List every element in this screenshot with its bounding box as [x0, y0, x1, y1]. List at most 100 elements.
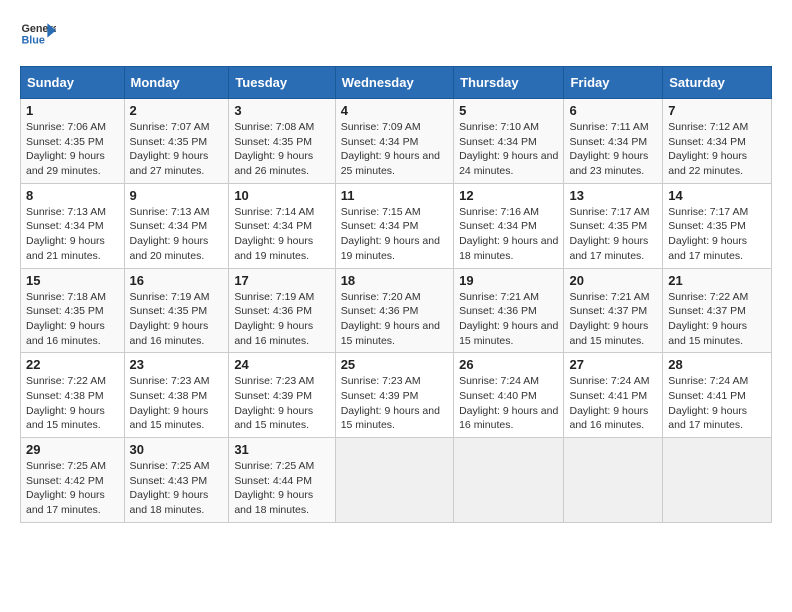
daylight-label: Daylight: 9 hours and 15 minutes. [569, 320, 648, 347]
day-number: 8 [26, 188, 119, 203]
day-number: 23 [130, 357, 224, 372]
calendar-cell: 24 Sunrise: 7:23 AM Sunset: 4:39 PM Dayl… [229, 353, 335, 438]
day-number: 5 [459, 103, 558, 118]
daylight-label: Daylight: 9 hours and 18 minutes. [459, 235, 558, 262]
daylight-label: Daylight: 9 hours and 16 minutes. [459, 405, 558, 432]
daylight-label: Daylight: 9 hours and 15 minutes. [668, 320, 747, 347]
calendar-cell: 15 Sunrise: 7:18 AM Sunset: 4:35 PM Dayl… [21, 268, 125, 353]
daylight-label: Daylight: 9 hours and 15 minutes. [26, 405, 105, 432]
daylight-label: Daylight: 9 hours and 15 minutes. [341, 405, 440, 432]
calendar-cell: 23 Sunrise: 7:23 AM Sunset: 4:38 PM Dayl… [124, 353, 229, 438]
sunset-label: Sunset: 4:35 PM [234, 136, 312, 148]
sunrise-label: Sunrise: 7:21 AM [459, 291, 539, 303]
day-info: Sunrise: 7:08 AM Sunset: 4:35 PM Dayligh… [234, 120, 329, 179]
daylight-label: Daylight: 9 hours and 17 minutes. [668, 235, 747, 262]
daylight-label: Daylight: 9 hours and 25 minutes. [341, 150, 440, 177]
day-info: Sunrise: 7:23 AM Sunset: 4:39 PM Dayligh… [341, 374, 448, 433]
daylight-label: Daylight: 9 hours and 15 minutes. [130, 405, 209, 432]
calendar-cell: 19 Sunrise: 7:21 AM Sunset: 4:36 PM Dayl… [454, 268, 564, 353]
sunrise-label: Sunrise: 7:23 AM [341, 375, 421, 387]
sunset-label: Sunset: 4:34 PM [234, 220, 312, 232]
daylight-label: Daylight: 9 hours and 24 minutes. [459, 150, 558, 177]
calendar-header: SundayMondayTuesdayWednesdayThursdayFrid… [21, 67, 772, 99]
sunset-label: Sunset: 4:35 PM [130, 136, 208, 148]
daylight-label: Daylight: 9 hours and 18 minutes. [234, 489, 313, 516]
day-number: 17 [234, 273, 329, 288]
daylight-label: Daylight: 9 hours and 16 minutes. [130, 320, 209, 347]
day-number: 11 [341, 188, 448, 203]
calendar-table: SundayMondayTuesdayWednesdayThursdayFrid… [20, 66, 772, 523]
calendar-cell: 26 Sunrise: 7:24 AM Sunset: 4:40 PM Dayl… [454, 353, 564, 438]
calendar-cell [564, 438, 663, 523]
calendar-cell: 11 Sunrise: 7:15 AM Sunset: 4:34 PM Dayl… [335, 183, 453, 268]
daylight-label: Daylight: 9 hours and 26 minutes. [234, 150, 313, 177]
sunrise-label: Sunrise: 7:18 AM [26, 291, 106, 303]
day-number: 6 [569, 103, 657, 118]
calendar-cell: 12 Sunrise: 7:16 AM Sunset: 4:34 PM Dayl… [454, 183, 564, 268]
day-info: Sunrise: 7:24 AM Sunset: 4:41 PM Dayligh… [569, 374, 657, 433]
sunset-label: Sunset: 4:34 PM [459, 220, 537, 232]
sunrise-label: Sunrise: 7:09 AM [341, 121, 421, 133]
day-info: Sunrise: 7:10 AM Sunset: 4:34 PM Dayligh… [459, 120, 558, 179]
calendar-cell: 14 Sunrise: 7:17 AM Sunset: 4:35 PM Dayl… [663, 183, 772, 268]
sunrise-label: Sunrise: 7:22 AM [668, 291, 748, 303]
day-info: Sunrise: 7:19 AM Sunset: 4:36 PM Dayligh… [234, 290, 329, 349]
daylight-label: Daylight: 9 hours and 16 minutes. [26, 320, 105, 347]
sunset-label: Sunset: 4:35 PM [569, 220, 647, 232]
calendar-cell: 28 Sunrise: 7:24 AM Sunset: 4:41 PM Dayl… [663, 353, 772, 438]
day-info: Sunrise: 7:25 AM Sunset: 4:42 PM Dayligh… [26, 459, 119, 518]
calendar-cell: 13 Sunrise: 7:17 AM Sunset: 4:35 PM Dayl… [564, 183, 663, 268]
column-header-saturday: Saturday [663, 67, 772, 99]
day-number: 15 [26, 273, 119, 288]
calendar-cell: 4 Sunrise: 7:09 AM Sunset: 4:34 PM Dayli… [335, 99, 453, 184]
sunset-label: Sunset: 4:35 PM [26, 305, 104, 317]
column-header-friday: Friday [564, 67, 663, 99]
day-info: Sunrise: 7:14 AM Sunset: 4:34 PM Dayligh… [234, 205, 329, 264]
calendar-cell: 21 Sunrise: 7:22 AM Sunset: 4:37 PM Dayl… [663, 268, 772, 353]
sunset-label: Sunset: 4:44 PM [234, 475, 312, 487]
calendar-cell: 6 Sunrise: 7:11 AM Sunset: 4:34 PM Dayli… [564, 99, 663, 184]
daylight-label: Daylight: 9 hours and 21 minutes. [26, 235, 105, 262]
calendar-cell: 31 Sunrise: 7:25 AM Sunset: 4:44 PM Dayl… [229, 438, 335, 523]
calendar-cell: 20 Sunrise: 7:21 AM Sunset: 4:37 PM Dayl… [564, 268, 663, 353]
calendar-cell: 16 Sunrise: 7:19 AM Sunset: 4:35 PM Dayl… [124, 268, 229, 353]
calendar-cell: 29 Sunrise: 7:25 AM Sunset: 4:42 PM Dayl… [21, 438, 125, 523]
sunset-label: Sunset: 4:36 PM [459, 305, 537, 317]
day-number: 16 [130, 273, 224, 288]
calendar-cell [454, 438, 564, 523]
sunset-label: Sunset: 4:34 PM [668, 136, 746, 148]
week-row-2: 8 Sunrise: 7:13 AM Sunset: 4:34 PM Dayli… [21, 183, 772, 268]
sunset-label: Sunset: 4:35 PM [130, 305, 208, 317]
sunrise-label: Sunrise: 7:23 AM [130, 375, 210, 387]
daylight-label: Daylight: 9 hours and 23 minutes. [569, 150, 648, 177]
day-number: 2 [130, 103, 224, 118]
column-header-tuesday: Tuesday [229, 67, 335, 99]
sunset-label: Sunset: 4:36 PM [341, 305, 419, 317]
sunset-label: Sunset: 4:35 PM [668, 220, 746, 232]
sunrise-label: Sunrise: 7:13 AM [130, 206, 210, 218]
sunrise-label: Sunrise: 7:07 AM [130, 121, 210, 133]
calendar-cell: 10 Sunrise: 7:14 AM Sunset: 4:34 PM Dayl… [229, 183, 335, 268]
logo: General Blue [20, 16, 56, 52]
sunset-label: Sunset: 4:39 PM [234, 390, 312, 402]
day-info: Sunrise: 7:20 AM Sunset: 4:36 PM Dayligh… [341, 290, 448, 349]
day-info: Sunrise: 7:11 AM Sunset: 4:34 PM Dayligh… [569, 120, 657, 179]
sunset-label: Sunset: 4:34 PM [26, 220, 104, 232]
sunset-label: Sunset: 4:34 PM [459, 136, 537, 148]
sunrise-label: Sunrise: 7:25 AM [234, 460, 314, 472]
sunrise-label: Sunrise: 7:24 AM [569, 375, 649, 387]
daylight-label: Daylight: 9 hours and 27 minutes. [130, 150, 209, 177]
day-number: 18 [341, 273, 448, 288]
day-info: Sunrise: 7:06 AM Sunset: 4:35 PM Dayligh… [26, 120, 119, 179]
day-info: Sunrise: 7:17 AM Sunset: 4:35 PM Dayligh… [668, 205, 766, 264]
sunrise-label: Sunrise: 7:24 AM [668, 375, 748, 387]
day-info: Sunrise: 7:13 AM Sunset: 4:34 PM Dayligh… [26, 205, 119, 264]
sunrise-label: Sunrise: 7:20 AM [341, 291, 421, 303]
sunset-label: Sunset: 4:41 PM [569, 390, 647, 402]
calendar-cell: 9 Sunrise: 7:13 AM Sunset: 4:34 PM Dayli… [124, 183, 229, 268]
sunrise-label: Sunrise: 7:17 AM [569, 206, 649, 218]
daylight-label: Daylight: 9 hours and 15 minutes. [459, 320, 558, 347]
day-info: Sunrise: 7:16 AM Sunset: 4:34 PM Dayligh… [459, 205, 558, 264]
svg-text:Blue: Blue [21, 34, 44, 46]
day-info: Sunrise: 7:25 AM Sunset: 4:43 PM Dayligh… [130, 459, 224, 518]
